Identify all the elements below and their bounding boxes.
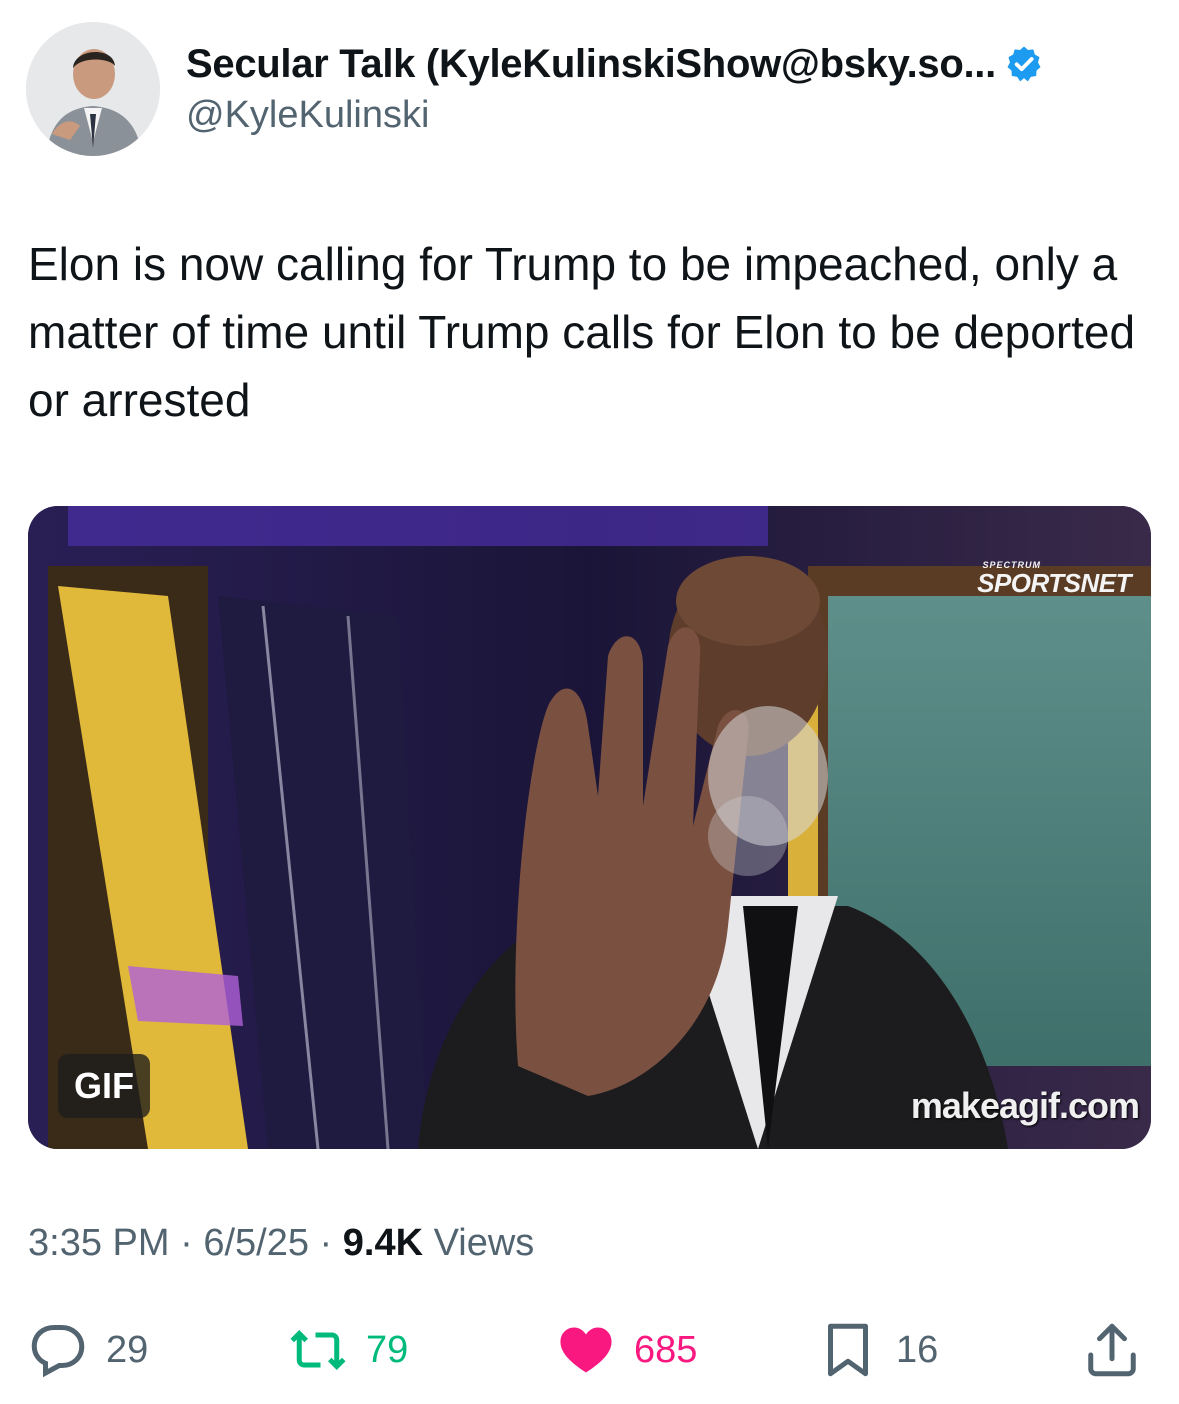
like-button[interactable]: 685 xyxy=(556,1318,697,1382)
meta-separator: · xyxy=(308,1222,343,1264)
sportsnet-logo: SPECTRUM SPORTSNET xyxy=(977,560,1131,598)
avatar[interactable] xyxy=(26,22,160,156)
repost-count: 79 xyxy=(366,1328,409,1371)
author-handle[interactable]: @KyleKulinski xyxy=(186,94,1146,137)
like-count: 685 xyxy=(634,1328,698,1371)
repost-button[interactable]: 79 xyxy=(288,1318,408,1382)
gif-badge: GIF xyxy=(58,1054,150,1118)
tweet-meta: 3:35 PM · 6/5/25 · 9.4K Views xyxy=(28,1222,534,1265)
author-names: Secular Talk (KyleKulinskiShow@bsky.so..… xyxy=(186,38,1146,137)
heart-icon xyxy=(560,1327,612,1373)
tweet-text: Elon is now calling for Trump to be impe… xyxy=(28,238,1136,426)
reply-icon xyxy=(31,1325,85,1378)
repost-icon xyxy=(290,1330,346,1370)
bookmark-count: 16 xyxy=(896,1328,939,1371)
views-count: 9.4K xyxy=(342,1222,424,1264)
bookmark-icon xyxy=(828,1323,868,1377)
gif-watermark: makeagif.com xyxy=(910,1085,1140,1126)
tweet-date[interactable]: 6/5/25 xyxy=(203,1222,309,1264)
share-button[interactable] xyxy=(1082,1318,1142,1382)
tweet-time[interactable]: 3:35 PM xyxy=(28,1222,170,1264)
reply-count: 29 xyxy=(106,1328,149,1371)
tweet-actions: 29 79 685 16 xyxy=(28,1318,1148,1382)
gif-media[interactable]: SPECTRUM SPORTSNET GIF makeagif.com xyxy=(28,506,1151,1149)
views-label: Views xyxy=(423,1222,535,1264)
share-icon xyxy=(1088,1323,1136,1377)
bookmark-button[interactable]: 16 xyxy=(818,1318,938,1382)
gif-frame-image xyxy=(28,506,1151,1149)
verified-badge-icon xyxy=(1007,46,1041,82)
meta-separator: · xyxy=(169,1222,204,1264)
tweet-header: Secular Talk (KyleKulinskiShow@bsky.so..… xyxy=(26,22,1156,156)
reply-button[interactable]: 29 xyxy=(28,1318,148,1382)
display-name[interactable]: Secular Talk (KyleKulinskiShow@bsky.so..… xyxy=(186,42,996,87)
